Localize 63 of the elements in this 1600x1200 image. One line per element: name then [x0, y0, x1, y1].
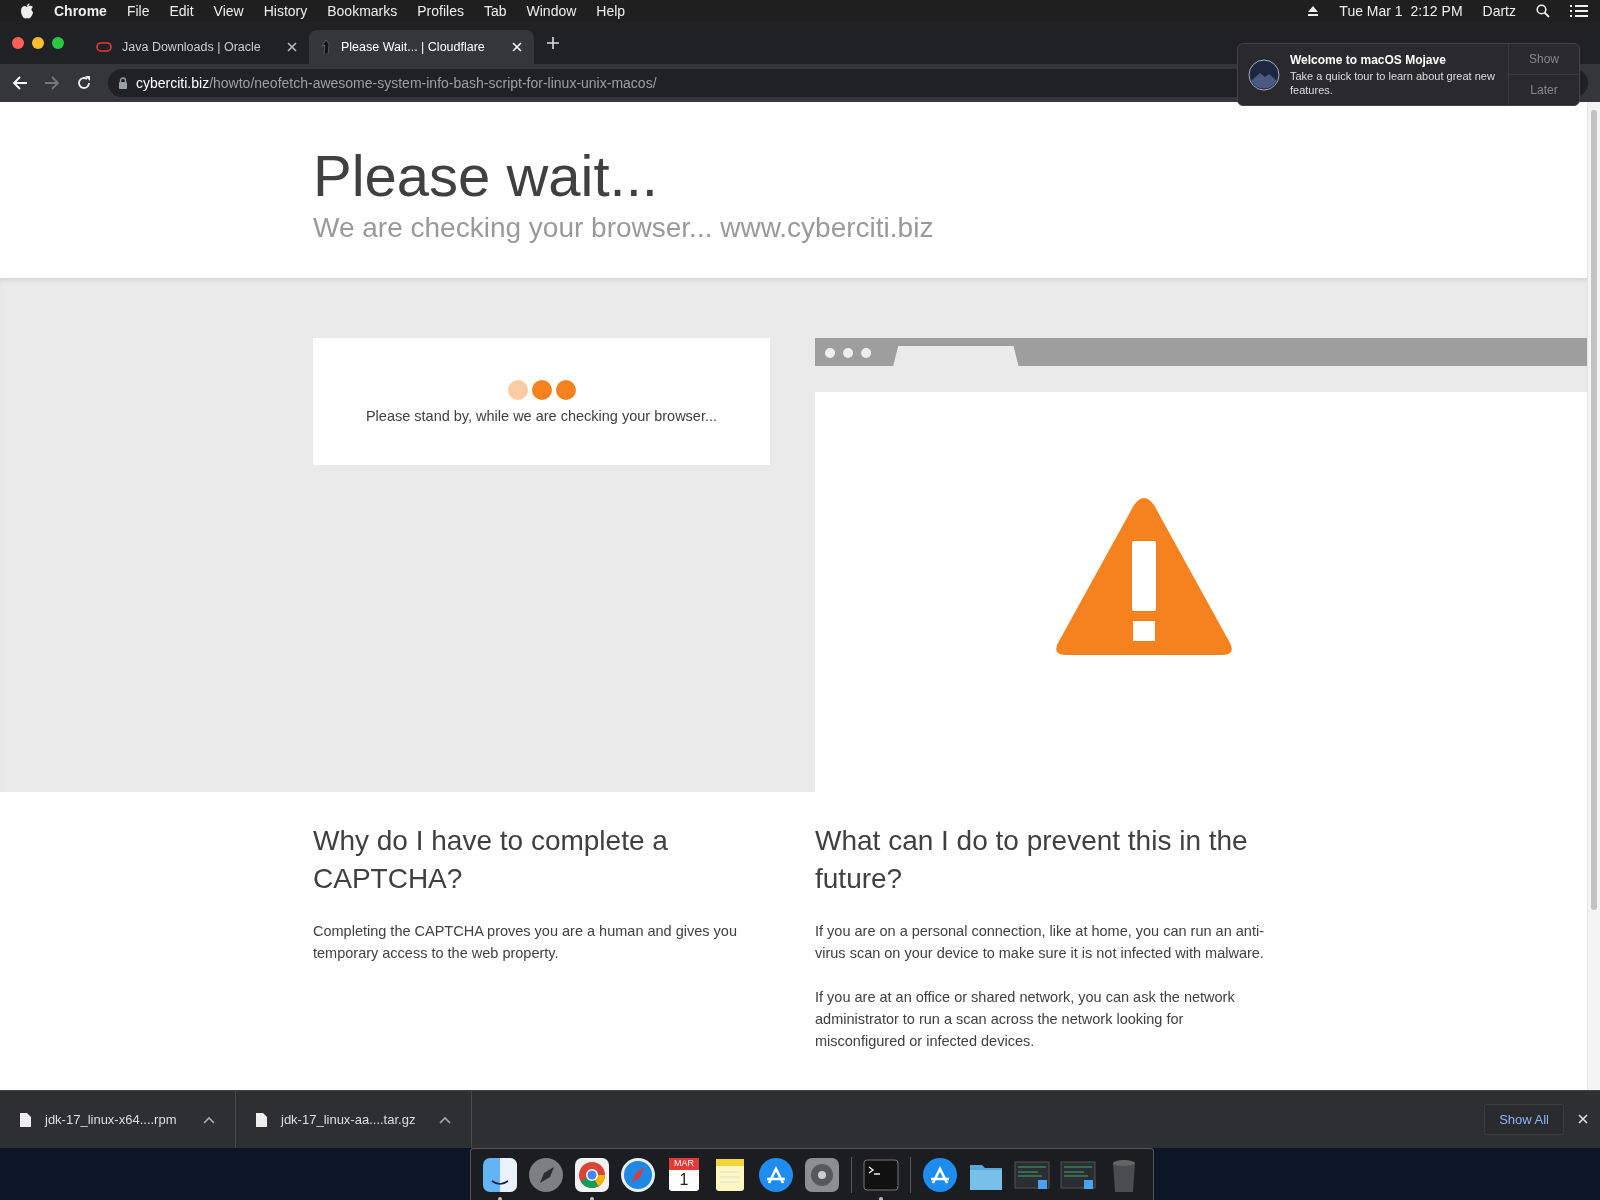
- file-icon: [256, 1112, 267, 1127]
- settings-icon[interactable]: [802, 1155, 842, 1195]
- launchpad-icon[interactable]: [526, 1155, 566, 1195]
- section-paragraph: If you are on a personal connection, like at home, you can run an anti-virus scan on your device to make sure it is not infected with malware.: [815, 922, 1265, 963]
- menu-item[interactable]: View: [213, 3, 244, 19]
- caret-icon[interactable]: [439, 1115, 451, 1124]
- calendar-month: MAR: [673, 1158, 695, 1169]
- menu-item[interactable]: Tab: [483, 3, 507, 19]
- menu-item[interactable]: Bookmarks: [327, 3, 398, 19]
- menu-item[interactable]: File: [126, 3, 150, 19]
- scrollbar-thumb[interactable]: [1591, 110, 1597, 910]
- section-heading: Why do I have to complete a CAPTCHA?: [313, 824, 669, 896]
- download-item[interactable]: jdk-17_linux-x64....rpm: [0, 1091, 236, 1148]
- section-paragraph: Completing the CAPTCHA proves you are a human and gives you temporary access to the web property.: [313, 922, 738, 963]
- page-subtitle: We are checking your browser... www.cyberciti.biz: [313, 212, 935, 244]
- browser-tab[interactable]: Java Downloads | Oracle: [84, 30, 309, 64]
- menu-item[interactable]: Window: [526, 3, 577, 19]
- download-item[interactable]: jdk-17_linux-aa....tar.gz: [236, 1091, 472, 1148]
- menu-item[interactable]: History: [263, 3, 308, 19]
- file-icon: [20, 1112, 31, 1127]
- notification-button[interactable]: Later: [1509, 74, 1579, 105]
- safari-icon[interactable]: [618, 1155, 658, 1195]
- back-icon[interactable]: [12, 75, 28, 91]
- apple-icon[interactable]: [20, 3, 34, 19]
- url-text: cyberciti.biz/howto/neofetch-awesome-system-info-bash-script-for-linux-unix-macos/: [136, 75, 657, 91]
- chrome-icon[interactable]: [572, 1155, 612, 1195]
- finder-icon[interactable]: [480, 1155, 520, 1195]
- menu-item[interactable]: Profiles: [417, 3, 464, 19]
- zoom-button[interactable]: [52, 37, 64, 49]
- appstore-icon[interactable]: [920, 1155, 960, 1195]
- eject-icon[interactable]: [1307, 5, 1320, 17]
- mountain-icon: [1248, 58, 1280, 91]
- show-all-button[interactable]: Show All: [1484, 1104, 1564, 1135]
- list-icon[interactable]: [1570, 4, 1588, 18]
- app-menu[interactable]: Chrome: [54, 3, 107, 19]
- clock[interactable]: Tue Mar 1 2:12 PM: [1339, 3, 1463, 19]
- menu-item[interactable]: Help: [596, 3, 626, 19]
- close-icon[interactable]: [1578, 1114, 1588, 1124]
- search-icon[interactable]: [1536, 4, 1550, 18]
- section-paragraph: If you are at an office or shared network, you can ask the network administrator to run a scan across the network looking for misconfigured or infected devices.: [815, 988, 1236, 1051]
- scrollbar[interactable]: [1587, 102, 1600, 1090]
- warning-icon: [1053, 497, 1234, 657]
- notification[interactable]: Welcome to macOS Mojave Take a quick tour to learn about great new features. Show Later: [1237, 43, 1580, 106]
- status-text: Please stand by, while we are checking your browser...: [365, 407, 718, 424]
- notification-title: Welcome to macOS Mojave: [1290, 52, 1447, 67]
- forward-icon[interactable]: [44, 75, 60, 91]
- favicon-icon: [96, 42, 112, 52]
- minimize-button[interactable]: [32, 37, 44, 49]
- menu-item[interactable]: Edit: [169, 3, 194, 19]
- page-title: Please wait...: [313, 142, 659, 210]
- appstore-icon[interactable]: [756, 1155, 796, 1195]
- user-name[interactable]: Dartz: [1482, 3, 1516, 19]
- tab-close-icon[interactable]: [287, 42, 297, 52]
- notification-body: Take a quick tour to learn about great new features.: [1290, 68, 1496, 97]
- favicon-icon: [321, 40, 331, 54]
- caret-icon[interactable]: [203, 1115, 215, 1124]
- calendar-day: 1: [664, 1171, 704, 1189]
- lock-icon: [118, 77, 128, 89]
- browser-tab[interactable]: Please Wait... | Cloudflare: [309, 30, 534, 64]
- close-window-button[interactable]: [12, 37, 24, 49]
- new-tab-icon[interactable]: [546, 36, 560, 50]
- section-heading: What can I do to prevent this in the future?: [815, 824, 1249, 896]
- reload-icon[interactable]: [76, 75, 92, 91]
